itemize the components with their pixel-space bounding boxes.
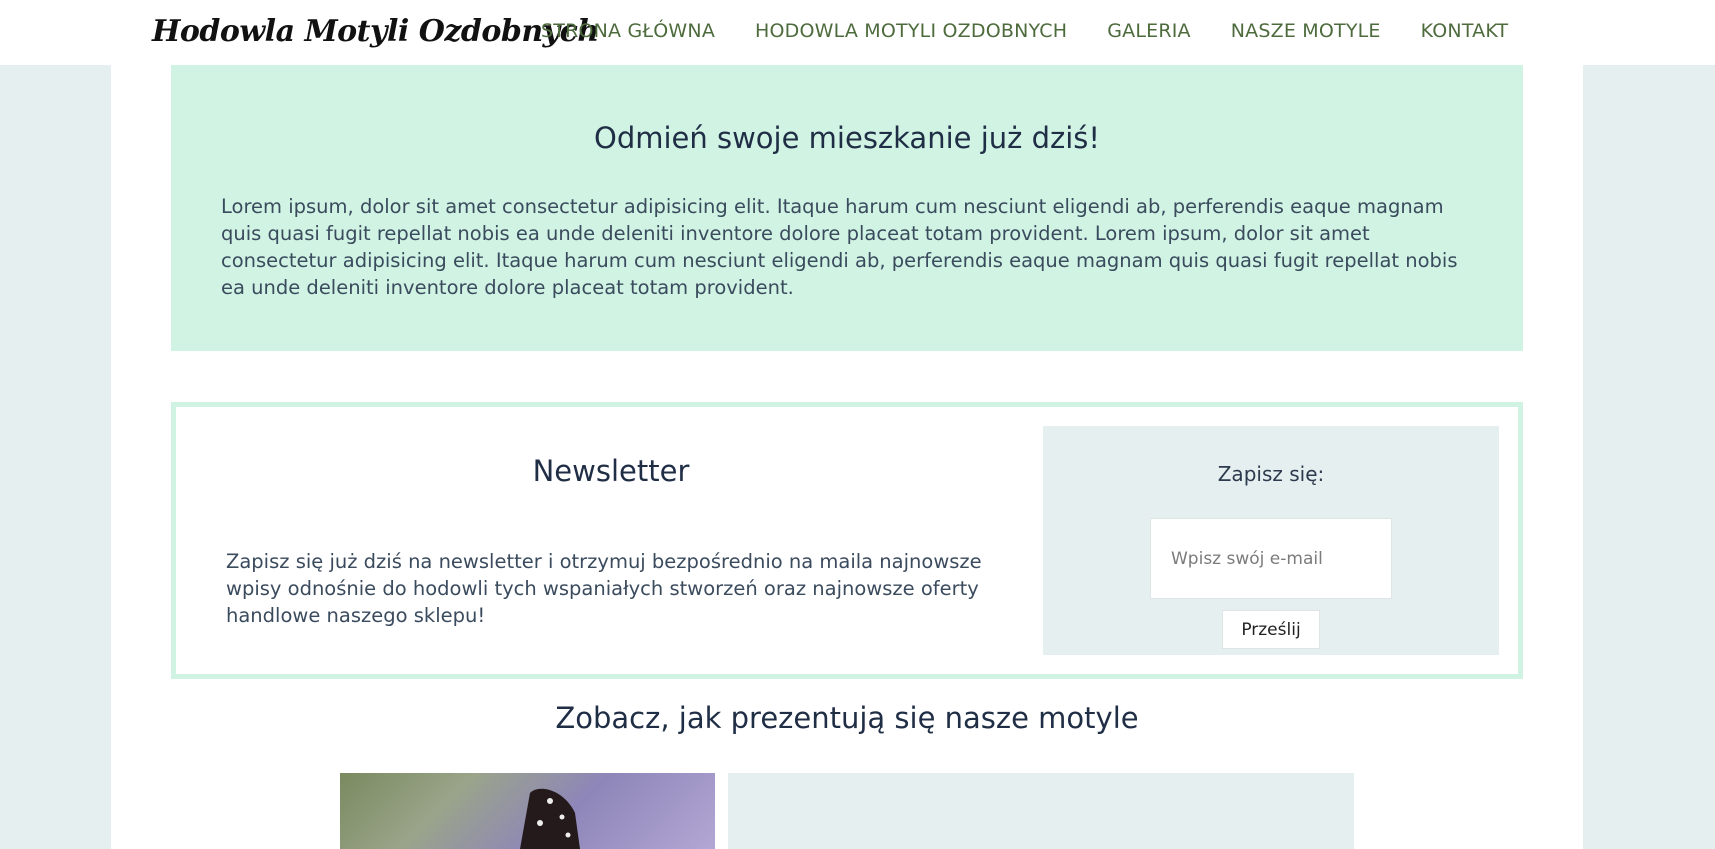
site-logo[interactable]: Hodowla Motyli Ozdobnych [152,0,599,62]
promo-text: Lorem ipsum, dolor sit amet consectetur … [221,195,1458,299]
newsletter-text: Zapisz się już dziś na newsletter i otrz… [226,550,982,627]
newsletter-title: Newsletter [532,454,690,488]
signup-title: Zapisz się: [1217,462,1325,486]
nav-item-breeding[interactable]: HODOWLA MOTYLI OZDOBNYCH [755,20,1067,42]
main-content: Odmień swoje mieszkanie już dziś! Lorem … [111,65,1583,849]
nav-item-gallery[interactable]: GALERIA [1107,20,1191,42]
site-header: Hodowla Motyli Ozdobnych STRONA GŁÓWNA H… [0,0,1715,65]
logo-text: Hodowla Motyli Ozdobnych [152,13,599,49]
nav-item-contact[interactable]: KONTAKT [1421,20,1509,42]
gallery-title: Zobacz, jak prezentują się nasze motyle [555,701,1139,735]
nav-item-home[interactable]: STRONA GŁÓWNA [541,20,715,42]
email-input[interactable] [1150,518,1392,599]
nav-item-our-butterflies[interactable]: NASZE MOTYLE [1231,20,1381,42]
promo-title: Odmień swoje mieszkanie już dziś! [594,121,1100,155]
newsletter-section: Newsletter Zapisz się już dziś na newsle… [171,402,1523,679]
submit-button[interactable]: Prześlij [1222,610,1320,649]
promo-section: Odmień swoje mieszkanie już dziś! Lorem … [171,65,1523,351]
butterfly-photo [340,773,715,849]
gallery-text-panel [728,773,1354,849]
main-nav: STRONA GŁÓWNA HODOWLA MOTYLI OZDOBNYCH G… [541,0,1508,62]
newsletter-signup-box: Zapisz się: Prześlij [1043,426,1499,655]
butterfly-image-icon [520,788,580,849]
